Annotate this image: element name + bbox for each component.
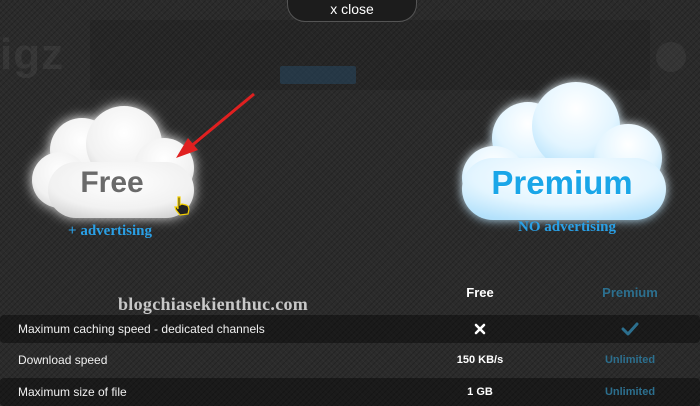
premium-plan-caption-link[interactable]: NO advertising [482,219,652,236]
free-value: 150 KB/s [456,354,504,366]
cloud-icon [462,82,666,220]
watermark-text: blogchiasekienthuc.com [118,294,309,314]
premium-value: Unlimited [604,386,656,398]
column-header-premium: Premium [602,285,658,300]
free-value [430,323,530,335]
column-header-free: Free [466,285,494,300]
background-logo: igz [0,30,65,79]
close-button[interactable]: x close [287,0,417,22]
background-avatar [656,42,686,72]
premium-value [590,322,670,336]
background-button [280,66,356,84]
feature-label: Download speed [18,353,108,367]
premium-value: Unlimited [604,354,656,366]
table-row: Maximum size of file 1 GB Unlimited [0,378,700,406]
table-row: Download speed 150 KB/s Unlimited [0,346,700,374]
feature-label: Maximum caching speed - dedicated channe… [18,322,265,336]
x-icon [474,323,486,335]
free-value: 1 GB [467,386,493,398]
feature-label: Maximum size of file [18,385,127,399]
premium-plan-title: Premium [491,164,633,201]
hand-cursor-icon [174,196,190,216]
check-icon [621,322,639,336]
annotation-arrow-icon [176,92,255,158]
premium-plan-cloud-button[interactable]: Premium [452,76,672,226]
table-row: Maximum caching speed - dedicated channe… [0,315,700,343]
free-plan-caption-link[interactable]: + advertising [40,223,180,240]
